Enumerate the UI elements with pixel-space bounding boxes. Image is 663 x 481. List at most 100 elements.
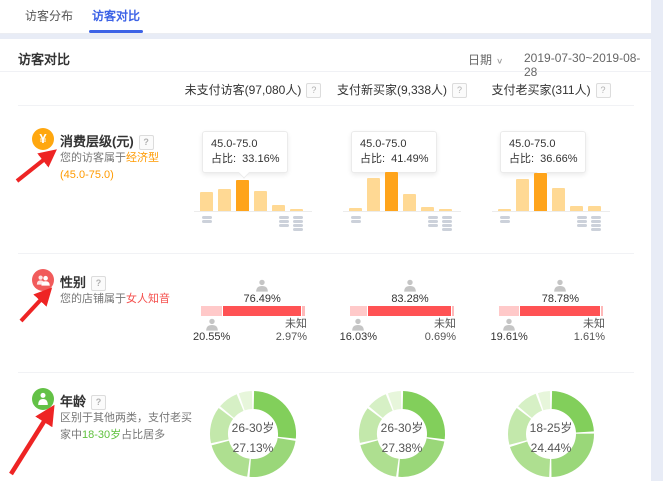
bar xyxy=(552,188,565,211)
unknown-label: 未知 xyxy=(425,318,456,331)
coins-high-icon xyxy=(442,215,452,231)
male-percent: 20.55% xyxy=(187,331,237,343)
male-segment xyxy=(499,306,519,316)
row-title-text: 消费层级(元) xyxy=(60,134,134,149)
male-segment xyxy=(201,306,222,316)
coins-low-icon xyxy=(351,215,361,223)
female-icon xyxy=(403,279,417,292)
consumption-bar-chart-2: 45.0-75.0 占比: 36.66% xyxy=(476,131,626,239)
male-icon xyxy=(502,318,516,331)
card-header: 访客对比 日期∨ 2019-07-30~2019-08-28 xyxy=(0,39,651,72)
column-header-repeat-buyers: 支付老买家(311人)? xyxy=(476,81,626,98)
age-center-value: 27.13% xyxy=(178,441,328,455)
unknown-segment xyxy=(452,306,454,316)
column-header-label: 支付新买家(9,338人) xyxy=(337,83,447,97)
unknown-label: 未知 xyxy=(276,318,307,331)
help-icon[interactable]: ? xyxy=(139,135,154,150)
gender-stacked-bar-0: 76.49% 20.55% 未知 2.97% xyxy=(178,279,328,344)
x-axis xyxy=(343,211,461,212)
row-separator xyxy=(18,253,634,254)
x-axis xyxy=(492,211,610,212)
unknown-segment xyxy=(601,306,603,316)
help-icon[interactable]: ? xyxy=(596,83,611,98)
coins-low-icon xyxy=(202,215,212,223)
visitor-compare-page: 访客分布 访客对比 访客对比 日期∨ 2019-07-30~2019-08-28… xyxy=(0,0,663,481)
tooltip-range: 45.0-75.0 xyxy=(509,137,577,152)
female-icon xyxy=(255,279,269,292)
bar-tooltip: 45.0-75.0 占比: 41.49% xyxy=(351,131,437,173)
help-icon[interactable]: ? xyxy=(91,276,106,291)
bar xyxy=(516,179,529,211)
consumption-level-subtitle: 您的访客属于经济型(45.0-75.0) xyxy=(60,150,184,184)
gender-title: 性别? xyxy=(60,272,106,291)
unknown-share: 未知 1.61% xyxy=(574,318,605,344)
column-header-new-buyers: 支付新买家(9,338人)? xyxy=(327,81,477,98)
help-icon[interactable]: ? xyxy=(91,395,106,410)
date-range-value[interactable]: 2019-07-30~2019-08-28 xyxy=(524,51,651,79)
female-segment xyxy=(368,306,451,316)
row-separator xyxy=(18,105,634,106)
age-center-label: 18-25岁 xyxy=(476,419,626,436)
bar xyxy=(385,172,398,211)
coins-low-icon xyxy=(500,215,510,223)
coins-mid-icon xyxy=(577,215,587,227)
bar xyxy=(236,180,249,211)
gender-bar xyxy=(201,306,305,316)
tooltip-share: 占比: 36.66% xyxy=(509,152,577,167)
male-percent: 19.61% xyxy=(484,331,534,343)
visitor-compare-card: 访客对比 日期∨ 2019-07-30~2019-08-28 未支付访客(97,… xyxy=(0,39,651,481)
age-center-label: 26-30岁 xyxy=(327,419,477,436)
coins-high-icon xyxy=(293,215,303,231)
tooltip-range: 45.0-75.0 xyxy=(211,137,279,152)
age-subtitle: 区别于其他两类，支付老买家中18-30岁占比居多 xyxy=(60,410,194,444)
bar xyxy=(254,191,267,211)
help-icon[interactable]: ? xyxy=(306,83,321,98)
bar xyxy=(200,192,213,211)
tooltip-share: 占比: 41.49% xyxy=(360,152,428,167)
bar-group xyxy=(498,169,604,211)
bar-group xyxy=(200,169,306,211)
column-header-label: 支付老买家(311人) xyxy=(491,83,590,97)
help-icon[interactable]: ? xyxy=(452,83,467,98)
gender-stacked-bar-2: 78.78% 19.61% 未知 1.61% xyxy=(476,279,626,344)
female-icon xyxy=(553,279,567,292)
age-title: 年龄? xyxy=(60,391,106,410)
unknown-percent: 2.97% xyxy=(276,331,307,344)
bar-tooltip: 45.0-75.0 占比: 36.66% xyxy=(500,131,586,173)
annotation-arrow xyxy=(6,404,60,480)
row-title-text: 性别 xyxy=(60,275,86,290)
age-donut-chart-1: 26-30岁 27.38% xyxy=(327,388,477,481)
unknown-segment xyxy=(302,306,305,316)
date-filter-dropdown[interactable]: 日期∨ xyxy=(468,51,503,68)
age-center-label: 26-30岁 xyxy=(178,419,328,436)
bar xyxy=(218,189,231,211)
tooltip-range: 45.0-75.0 xyxy=(360,137,428,152)
bar xyxy=(534,173,547,211)
bar-group xyxy=(349,169,455,211)
unknown-share: 未知 0.69% xyxy=(425,318,456,344)
male-segment xyxy=(350,306,367,316)
tooltip-share: 占比: 33.16% xyxy=(211,152,279,167)
female-percent: 78.78% xyxy=(535,293,585,305)
annotation-arrow xyxy=(12,146,60,186)
female-percent: 83.28% xyxy=(385,293,435,305)
chevron-down-icon: ∨ xyxy=(496,57,503,66)
female-segment xyxy=(520,306,600,316)
row-separator xyxy=(18,372,634,373)
male-icon xyxy=(205,318,219,331)
male-percent: 16.03% xyxy=(333,331,383,343)
tab-bar: 访客分布 访客对比 xyxy=(0,0,651,34)
consumption-bar-chart-1: 45.0-75.0 占比: 41.49% xyxy=(327,131,477,239)
unknown-share: 未知 2.97% xyxy=(276,318,307,344)
bar xyxy=(403,194,416,211)
female-percent: 76.49% xyxy=(237,293,287,305)
consumption-bar-chart-0: 45.0-75.0 占比: 33.16% xyxy=(178,131,328,239)
gender-bar xyxy=(350,306,454,316)
coins-high-icon xyxy=(591,215,601,231)
age-center-value: 27.38% xyxy=(327,441,477,455)
unknown-percent: 1.61% xyxy=(574,331,605,344)
unknown-percent: 0.69% xyxy=(425,331,456,344)
tab-visitor-distribution[interactable]: 访客分布 xyxy=(25,0,73,33)
gender-stacked-bar-1: 83.28% 16.03% 未知 0.69% xyxy=(327,279,477,344)
tab-visitor-compare[interactable]: 访客对比 xyxy=(92,0,140,33)
